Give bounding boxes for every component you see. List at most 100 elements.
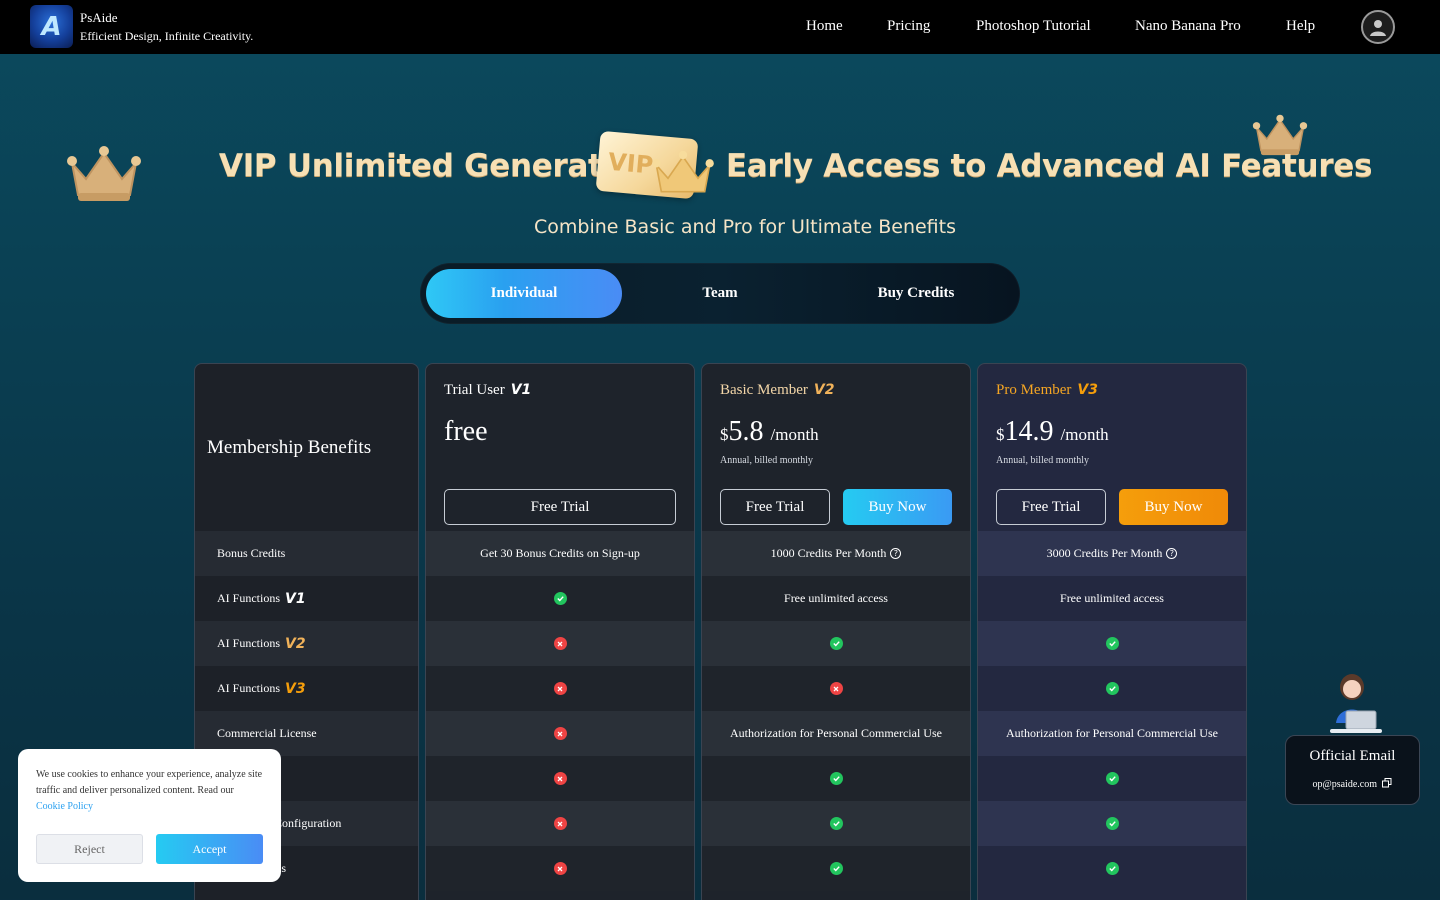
plan-card-pro: Pro Member V3 $14.9 /month Annual, billed… [977,363,1247,900]
check-icon [829,772,843,785]
plan-name: Pro Member V3 [996,382,1098,399]
plan-name: Trial User V1 [444,382,531,399]
check-icon [1105,817,1119,830]
check-icon [829,862,843,875]
plan-row: Free unlimited access [702,576,970,621]
user-avatar-icon[interactable] [1361,10,1395,44]
cookie-message: We use cookies to enhance your experienc… [36,769,263,796]
free-trial-button[interactable]: Free Trial [720,489,830,525]
benefit-label: AI Functions [217,591,280,605]
benefit-row: AI Functions V2 [195,621,418,666]
cross-icon [553,862,567,875]
official-email-title: Official Email [1309,748,1396,764]
nav-photoshop-tutorial[interactable]: Photoshop Tutorial [976,18,1091,35]
cross-icon [553,682,567,695]
cookie-banner: We use cookies to enhance your experienc… [18,749,281,882]
nav-pricing[interactable]: Pricing [887,18,930,35]
plan-row-text: Authorization for Personal Commercial Us… [1006,726,1218,740]
check-icon [1105,682,1119,695]
nav-help[interactable]: Help [1286,18,1315,35]
free-trial-button[interactable]: Free Trial [444,489,676,525]
plan-row: Get 30 Bonus Credits on Sign-up [426,531,694,576]
plan-tabs: Individual Team Buy Credits [420,263,1020,324]
plan-row [978,756,1246,801]
hero-title-left: VIP Unlimited Generation [219,148,656,184]
benefit-label: Bonus Credits [217,546,286,560]
plan-card-basic: Basic Member V2 $5.8 /month Annual, bille… [701,363,971,900]
benefit-label: Commercial License [217,726,317,740]
plan-row-text: Free unlimited access [784,591,888,605]
check-icon [829,817,843,830]
plan-price: $14.9 /month [996,416,1109,448]
plan-name: Basic Member V2 [720,382,834,399]
plan-name-text: Trial User [444,382,505,398]
plan-row [702,621,970,666]
buy-now-button[interactable]: Buy Now [843,489,952,525]
plan-row [978,801,1246,846]
plan-row [426,666,694,711]
plan-row [426,711,694,756]
plan-rows: 1000 Credits Per Month? Free unlimited ac… [702,531,970,891]
cookie-accept-button[interactable]: Accept [156,834,263,864]
plan-row-text: 3000 Credits Per Month [1046,546,1163,560]
benefit-row: AI Functions V1 [195,576,418,621]
plan-row-text: Get 30 Bonus Credits on Sign-up [480,546,640,560]
benefit-label: AI Functions [217,681,280,695]
hero-title-right: Early Access to Advanced AI Features [726,148,1373,184]
help-icon[interactable]: ? [890,548,902,559]
free-trial-button[interactable]: Free Trial [996,489,1106,525]
psaide-logo[interactable]: A [30,5,73,48]
cookie-policy-link[interactable]: Cookie Policy [36,801,93,812]
plan-price: free [444,416,488,447]
plan-row: 3000 Credits Per Month? [978,531,1246,576]
plan-rows: 3000 Credits Per Month? Free unlimited ac… [978,531,1246,891]
plan-row [978,621,1246,666]
email-text[interactable]: op@psaide.com [1313,779,1377,790]
cookie-reject-button[interactable]: Reject [36,834,143,864]
plan-price: $5.8 /month [720,416,819,448]
plan-row [426,846,694,891]
brand-name: PsAide [80,10,118,25]
check-icon [1105,637,1119,650]
buy-now-button[interactable]: Buy Now [1119,489,1228,525]
tier-badge: V1 [285,590,306,607]
plan-row [426,756,694,801]
nav-home[interactable]: Home [806,18,843,35]
nav-nano-banana-pro[interactable]: Nano Banana Pro [1135,18,1241,35]
plan-row [426,801,694,846]
help-icon[interactable]: ? [1166,548,1178,559]
official-email-card: Official Email op@psaide.com [1285,735,1420,805]
tab-individual[interactable]: Individual [426,269,622,318]
copy-icon[interactable] [1382,778,1392,788]
plan-row [702,666,970,711]
tab-team[interactable]: Team [622,269,818,318]
plan-row-text: Free unlimited access [1060,591,1164,605]
price-amount: 14.9 [1004,416,1054,447]
crown-icon [652,150,714,193]
price-period: /month [770,425,819,444]
plan-row [702,756,970,801]
plan-name-text: Pro Member [996,382,1072,398]
benefit-label: AI Functions [217,636,280,650]
cross-icon [829,682,843,695]
tier-badge: V3 [1077,382,1098,398]
tab-buy-credits[interactable]: Buy Credits [818,269,1014,318]
tier-badge: V2 [813,382,835,398]
plan-row: Authorization for Personal Commercial Us… [702,711,970,756]
brand-tagline: Efficient Design, Infinite Creativity. [80,29,254,43]
top-navbar: A PsAide Efficient Design, Infinite Crea… [0,0,1440,54]
cross-icon [553,637,567,650]
cross-icon [553,772,567,785]
plan-row [702,801,970,846]
support-assistant-avatar[interactable] [1316,665,1388,737]
official-email-address: op@psaide.com [1286,778,1419,790]
user-icon [1370,20,1386,36]
hero-subtitle: Combine Basic and Pro for Ultimate Benef… [534,216,956,238]
cross-icon [553,817,567,830]
check-icon [1105,772,1119,785]
check-icon [1105,862,1119,875]
benefit-row: Bonus Credits [195,531,418,576]
plan-rows: Get 30 Bonus Credits on Sign-up [426,531,694,891]
crown-icon [67,146,141,201]
price-currency: $ [720,425,729,444]
